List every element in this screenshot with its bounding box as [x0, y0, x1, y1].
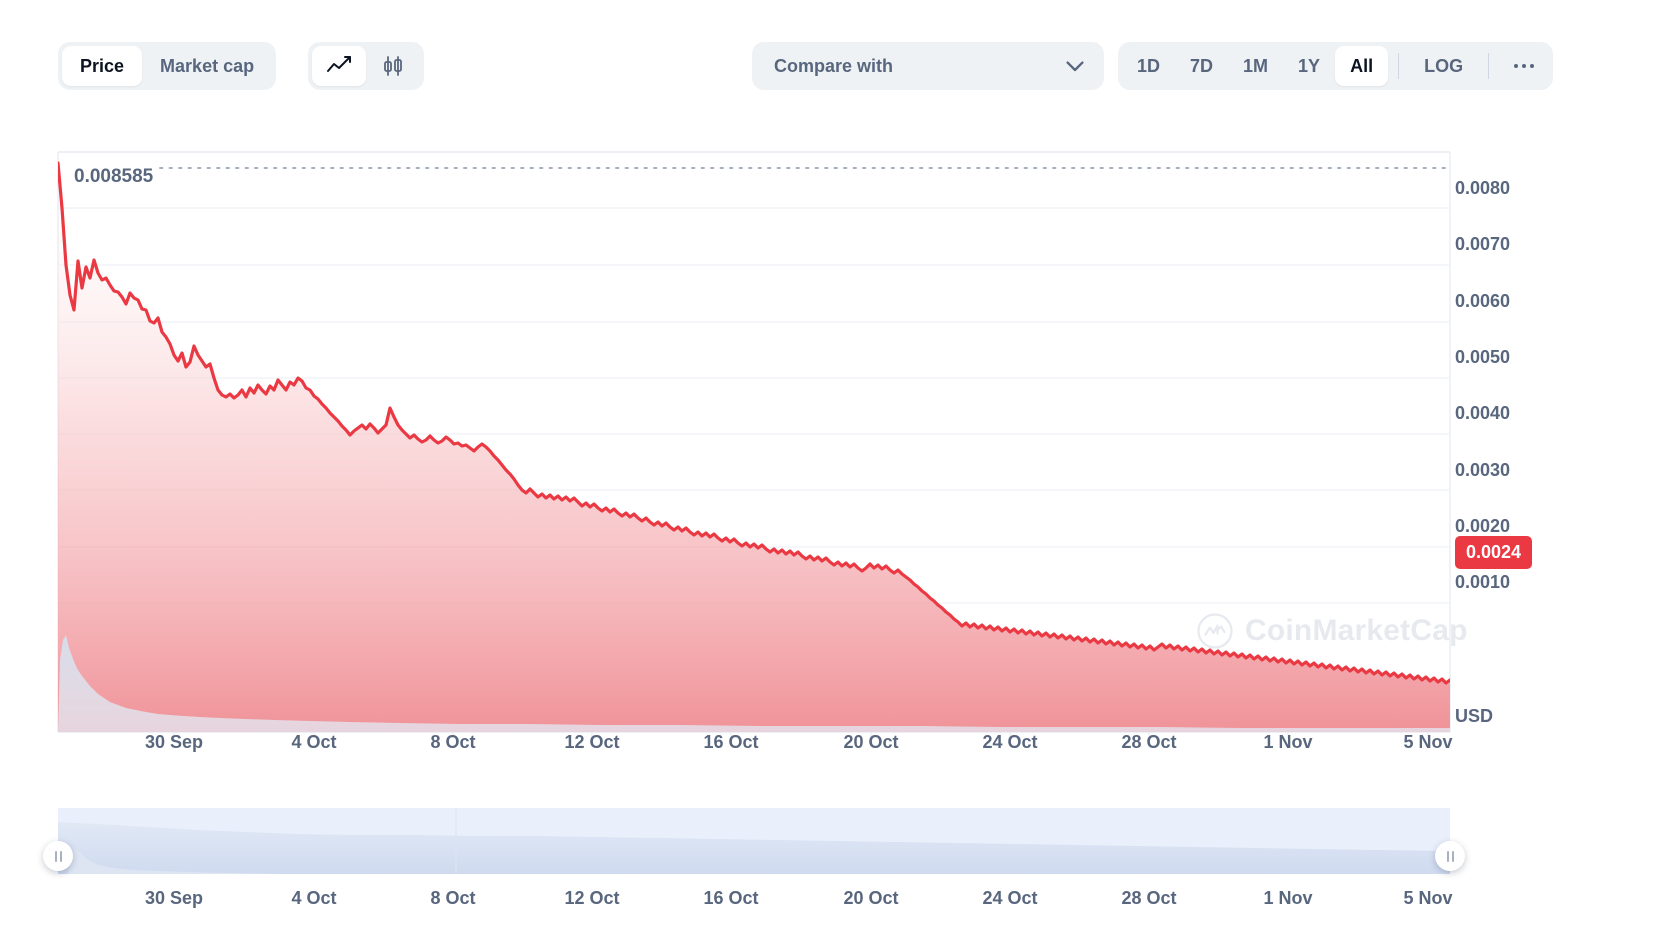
log-scale-button[interactable]: LOG [1409, 46, 1478, 86]
range-1d[interactable]: 1D [1122, 46, 1175, 86]
x-tick-4: 16 Oct [703, 732, 759, 752]
x-tick-3: 12 Oct [564, 732, 620, 752]
brush-x-tick-5: 20 Oct [843, 888, 899, 908]
brush-x-tick-8: 1 Nov [1263, 888, 1313, 908]
x-tick-9: 5 Nov [1403, 732, 1453, 752]
brush-x-tick-0: 30 Sep [144, 888, 204, 908]
range-7d[interactable]: 7D [1175, 46, 1228, 86]
x-axis-labels: 30 Sep 4 Oct 8 Oct 12 Oct 16 Oct 20 Oct … [0, 732, 1680, 762]
price-chart-svg [57, 151, 1451, 738]
range-selector[interactable]: 30 Sep 4 Oct 8 Oct 12 Oct 16 Oct 20 Oct … [0, 808, 1680, 944]
more-options-button[interactable] [1499, 46, 1549, 86]
chart-type-toggle-group [308, 42, 424, 90]
y-tick-2: 0.0060 [1455, 291, 1511, 311]
toolbar-divider-1 [1398, 53, 1400, 79]
range-all[interactable]: All [1335, 46, 1389, 86]
candlestick-chart-button[interactable] [366, 46, 420, 86]
price-chart[interactable] [0, 140, 1680, 770]
time-range-group: 1D 7D 1M 1Y All LOG [1118, 42, 1554, 90]
compare-with-label: Compare with [774, 55, 894, 76]
candlestick-chart-icon [384, 56, 402, 76]
brush-x-tick-9: 5 Nov [1403, 888, 1453, 908]
x-tick-2: 8 Oct [430, 732, 476, 752]
metric-toggle-group: Price Market cap [58, 42, 277, 90]
compare-with-dropdown[interactable]: Compare with [752, 42, 1104, 90]
y-tick-4: 0.0040 [1455, 403, 1511, 423]
y-tick-3: 0.0050 [1455, 347, 1511, 367]
x-tick-0: 30 Sep [144, 732, 204, 752]
current-price-badge: 0.0024 [1455, 536, 1533, 569]
brush-x-tick-7: 28 Oct [1121, 888, 1177, 908]
y-tick-6: 0.0020 [1455, 516, 1511, 536]
price-area-fill [58, 163, 1450, 732]
y-axis-labels: 0.0080 0.0070 0.0060 0.0050 0.0040 0.003… [1455, 140, 1595, 740]
x-tick-6: 24 Oct [982, 732, 1038, 752]
y-tick-1: 0.0070 [1455, 234, 1511, 254]
x-tick-1: 4 Oct [291, 732, 337, 752]
chart-toolbar: Price Market cap Compare with 1D 7D 1M 1… [0, 0, 1680, 110]
x-tick-8: 1 Nov [1263, 732, 1313, 752]
line-chart-icon [327, 56, 351, 72]
toolbar-divider-2 [1488, 53, 1490, 79]
brush-x-tick-1: 4 Oct [291, 888, 337, 908]
line-chart-button[interactable] [312, 46, 366, 86]
x-tick-5: 20 Oct [843, 732, 899, 752]
range-1y[interactable]: 1Y [1283, 46, 1335, 86]
more-options-icon [1514, 64, 1535, 68]
brush-x-tick-2: 8 Oct [430, 888, 476, 908]
y-tick-0: 0.0080 [1455, 178, 1511, 198]
range-selector-left-handle[interactable] [43, 841, 73, 871]
brush-x-tick-6: 24 Oct [982, 888, 1038, 908]
currency-label: USD [1455, 706, 1494, 726]
range-selector-right-handle[interactable] [1435, 841, 1465, 871]
all-time-high-label: 0.008585 [68, 166, 160, 188]
brush-x-tick-4: 16 Oct [703, 888, 759, 908]
range-selector-track[interactable] [58, 808, 1450, 874]
y-tick-5: 0.0030 [1455, 460, 1511, 480]
tab-market-cap[interactable]: Market cap [142, 46, 272, 86]
y-tick-7: 0.0010 [1455, 572, 1511, 592]
brush-x-tick-3: 12 Oct [564, 888, 620, 908]
x-tick-7: 28 Oct [1121, 732, 1177, 752]
range-selector-x-labels: 30 Sep 4 Oct 8 Oct 12 Oct 16 Oct 20 Oct … [0, 888, 1680, 918]
price-chart-page: Price Market cap Compare with 1D 7D 1M 1… [0, 0, 1680, 944]
chevron-down-icon [1066, 60, 1084, 71]
tab-price[interactable]: Price [62, 46, 143, 86]
range-1m[interactable]: 1M [1228, 46, 1283, 86]
